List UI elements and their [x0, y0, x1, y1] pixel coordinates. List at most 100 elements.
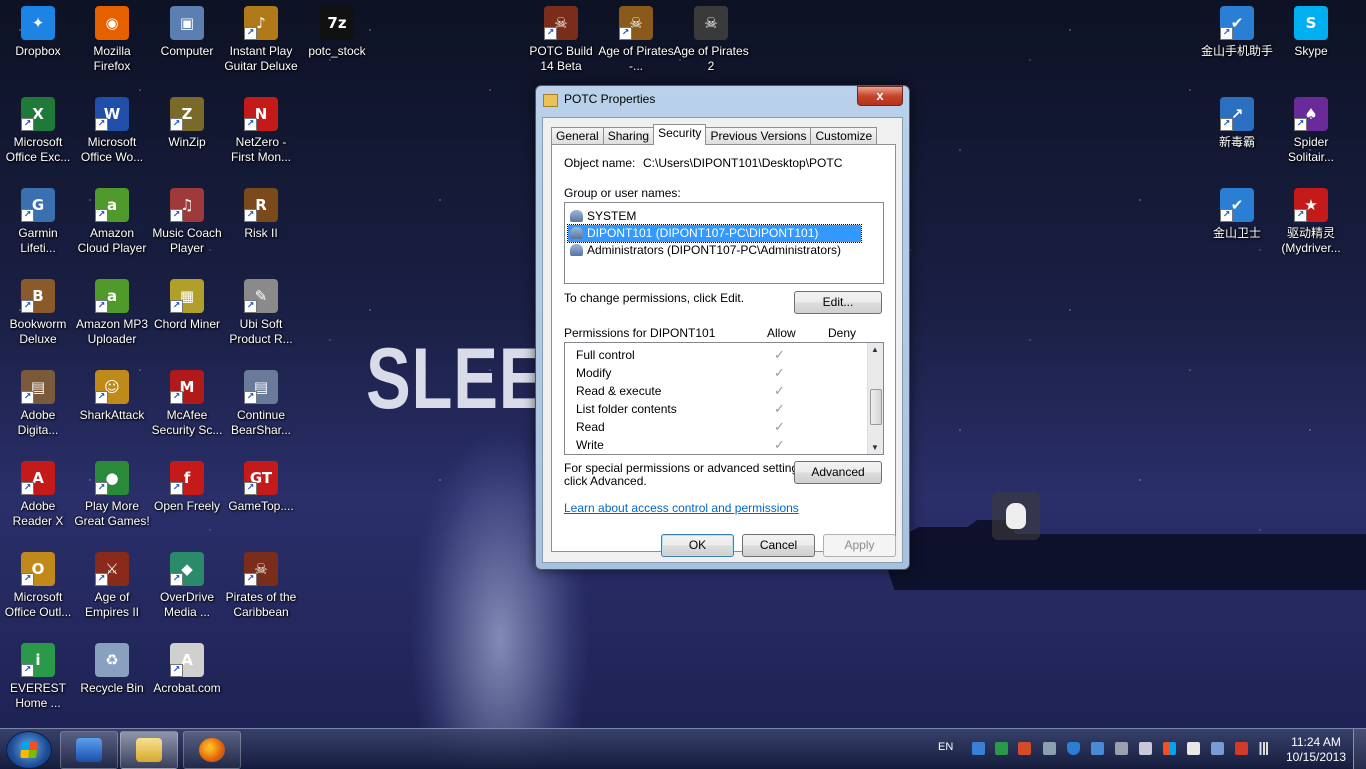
tray-security-icon[interactable]	[1091, 742, 1104, 755]
desktop-icon-word[interactable]: W ↗ Microsoft Office Wo...	[74, 97, 150, 165]
tray-office-icon[interactable]	[1163, 742, 1176, 755]
desktop-icon-risk[interactable]: R ↗ Risk II	[223, 188, 299, 241]
desktop-icon-computer[interactable]: ▣ Computer	[149, 6, 225, 59]
permission-name: Full control	[576, 348, 635, 362]
desktop-icon-excel[interactable]: X ↗ Microsoft Office Exc...	[0, 97, 76, 165]
desktop-icon-xindubai[interactable]: ↗ ↗ 新毒霸	[1199, 97, 1275, 150]
desktop-icon-age-of-empires[interactable]: ⚔ ↗ Age of Empires II	[74, 552, 150, 620]
desktop-icon-potc-game[interactable]: ☠ ↗ Pirates of the Caribbean	[223, 552, 299, 620]
desktop-icon-ubisoft[interactable]: ✎ ↗ Ubi Soft Product R...	[223, 279, 299, 347]
shortcut-arrow-icon: ↗	[170, 209, 183, 222]
desktop-icon-amazon-cloud[interactable]: a ↗ Amazon Cloud Player	[74, 188, 150, 256]
language-indicator[interactable]: EN	[938, 741, 953, 753]
cancel-button[interactable]: Cancel	[742, 534, 815, 557]
tray-network-status-icon[interactable]	[1211, 742, 1224, 755]
groups-listbox[interactable]: SYSTEM DIPONT101 (DIPONT107-PC\DIPONT101…	[564, 202, 884, 284]
close-button[interactable]: x	[857, 86, 903, 106]
ok-button[interactable]: OK	[661, 534, 734, 557]
tray-flag-icon[interactable]	[1235, 742, 1248, 755]
tray-volume-icon[interactable]	[1139, 742, 1152, 755]
access-control-link[interactable]: Learn about access control and permissio…	[564, 501, 799, 515]
shortcut-arrow-icon: ↗	[544, 27, 557, 40]
tray-monitor-icon[interactable]	[1115, 742, 1128, 755]
desktop-icon-everest[interactable]: i ↗ EVEREST Home ...	[0, 643, 76, 711]
edit-button[interactable]: Edit...	[794, 291, 882, 314]
desktop-icon-outlook[interactable]: O ↗ Microsoft Office Outl...	[0, 552, 76, 620]
desktop-icon-adobe-digital[interactable]: ▤ ↗ Adobe Digita...	[0, 370, 76, 438]
desktop-icon-skype[interactable]: S Skype	[1273, 6, 1349, 59]
desktop-icon-mcafee[interactable]: M ↗ McAfee Security Sc...	[149, 370, 225, 438]
desktop-icon-netzero[interactable]: N ↗ NetZero - First Mon...	[223, 97, 299, 165]
desktop-icon-jinshan-guard[interactable]: ✔ ↗ 金山卫士	[1199, 188, 1275, 241]
permissions-scrollbar[interactable]: ▲ ▼	[867, 343, 883, 454]
desktop-icon-dropbox[interactable]: ✦ Dropbox	[0, 6, 76, 59]
desktop-icon-bookworm[interactable]: B ↗ Bookworm Deluxe	[0, 279, 76, 347]
advanced-button[interactable]: Advanced	[794, 461, 882, 484]
desktop-icon-open-freely[interactable]: f ↗ Open Freely	[149, 461, 225, 514]
shortcut-arrow-icon: ↗	[95, 573, 108, 586]
system-clock[interactable]: 11:24 AM 10/15/2013	[1280, 735, 1352, 765]
tab-customize[interactable]: Customize	[810, 127, 878, 145]
show-desktop-button[interactable]	[1353, 729, 1366, 769]
desktop-icon-music-coach[interactable]: ♫ ↗ Music Coach Player	[149, 188, 225, 256]
desktop-icon-spider[interactable]: ♠ ↗ Spider Solitair...	[1273, 97, 1349, 165]
permission-row: Read ✓	[576, 418, 866, 436]
shortcut-arrow-icon: ↗	[1220, 209, 1233, 222]
desktop-icon-instant-play[interactable]: ♪ ↗ Instant Play Guitar Deluxe	[223, 6, 299, 74]
permission-row: List folder contents ✓	[576, 400, 866, 418]
group-row-administrators[interactable]: Administrators (DIPONT107-PC\Administrat…	[568, 242, 841, 259]
object-name-value: C:\Users\DIPONT101\Desktop\POTC	[643, 156, 843, 170]
scroll-down-icon[interactable]: ▼	[871, 443, 879, 452]
desktop-icon-sharkattack[interactable]: ☺ ↗ SharkAttack	[74, 370, 150, 423]
tab-previous-versions[interactable]: Previous Versions	[705, 127, 812, 145]
scroll-up-icon[interactable]: ▲	[871, 345, 879, 354]
start-button[interactable]	[6, 731, 52, 769]
tray-speaker-alert-icon[interactable]	[1018, 742, 1031, 755]
desktop-icon-recycle-bin[interactable]: ♻ Recycle Bin	[74, 643, 150, 696]
desktop-icon-amazon-mp3[interactable]: a ↗ Amazon MP3 Uploader	[74, 279, 150, 347]
permissions-listbox[interactable]: Full control ✓ Modify ✓ Read & execute ✓ List …	[564, 342, 884, 455]
instant-play-icon: ♪ ↗	[244, 6, 278, 40]
taskbar-firefox[interactable]	[183, 731, 241, 769]
desktop-icon-winzip[interactable]: Z ↗ WinZip	[149, 97, 225, 150]
desktop-icon-label: Age of Empires II	[84, 590, 139, 619]
tray-shield-icon[interactable]	[1067, 742, 1080, 755]
everest-icon: i ↗	[21, 643, 55, 677]
desktop-icon-firefox[interactable]: ◉ Mozilla Firefox	[74, 6, 150, 74]
taskbar-explorer[interactable]	[120, 731, 178, 769]
desktop-icon-label: Acrobat.com	[153, 681, 221, 695]
desktop-icon-chord-miner[interactable]: ▦ ↗ Chord Miner	[149, 279, 225, 332]
desktop-icon-qudong[interactable]: ★ ↗ 驱动精灵 (Mydriver...	[1273, 188, 1349, 256]
tray-clipboard-icon[interactable]	[1187, 742, 1200, 755]
desktop-icon-overdrive[interactable]: ◆ ↗ OverDrive Media ...	[149, 552, 225, 620]
shortcut-arrow-icon: ↗	[21, 209, 34, 222]
scroll-thumb[interactable]	[870, 389, 882, 425]
tray-network-icon[interactable]	[995, 742, 1008, 755]
group-name: Administrators (DIPONT107-PC\Administrat…	[587, 243, 842, 257]
group-row-dipont101[interactable]: DIPONT101 (DIPONT107-PC\DIPONT101)	[567, 224, 862, 243]
tab-security[interactable]: Security	[653, 124, 707, 145]
tray-usb-icon[interactable]	[972, 742, 985, 755]
desktop-icon-gametop[interactable]: GT ↗ GameTop....	[223, 461, 299, 514]
tab-general[interactable]: General	[551, 127, 604, 145]
taskbar-media-player[interactable]	[60, 731, 118, 769]
desktop-icon-play-more[interactable]: ● ↗ Play More Great Games!	[74, 461, 150, 529]
tab-sharing[interactable]: Sharing	[602, 127, 655, 145]
tray-device-icon[interactable]	[1043, 742, 1056, 755]
desktop-icon-jinshan-phone[interactable]: ✔ ↗ 金山手机助手	[1199, 6, 1275, 59]
desktop-icon-potc-build[interactable]: ☠ ↗ POTC Build 14 Beta	[523, 6, 599, 74]
desktop-icon-age-of-pirates-2[interactable]: ☠ Age of Pirates 2	[673, 6, 749, 74]
signal-bars-icon[interactable]	[1257, 742, 1270, 755]
desktop-icon-label: POTC Build 14 Beta	[529, 44, 593, 73]
desktop-icon-acrobat-com[interactable]: A ↗ Acrobat.com	[149, 643, 225, 696]
risk-icon: R ↗	[244, 188, 278, 222]
group-row-system[interactable]: SYSTEM	[568, 208, 636, 225]
clock-time: 11:24 AM	[1291, 735, 1341, 749]
desktop-icon-garmin[interactable]: G ↗ Garmin Lifeti...	[0, 188, 76, 256]
desktop-icon-age-of-pirates[interactable]: ☠ ↗ Age of Pirates -...	[598, 6, 674, 74]
sharkattack-icon: ☺ ↗	[95, 370, 129, 404]
desktop-icon-potc-stock[interactable]: 7z potc_stock	[299, 6, 375, 59]
desktop-icon-adobe-reader[interactable]: A ↗ Adobe Reader X	[0, 461, 76, 529]
desktop-icon-bearshare[interactable]: ▤ ↗ Continue BearShar...	[223, 370, 299, 438]
apply-button[interactable]: Apply	[823, 534, 896, 557]
